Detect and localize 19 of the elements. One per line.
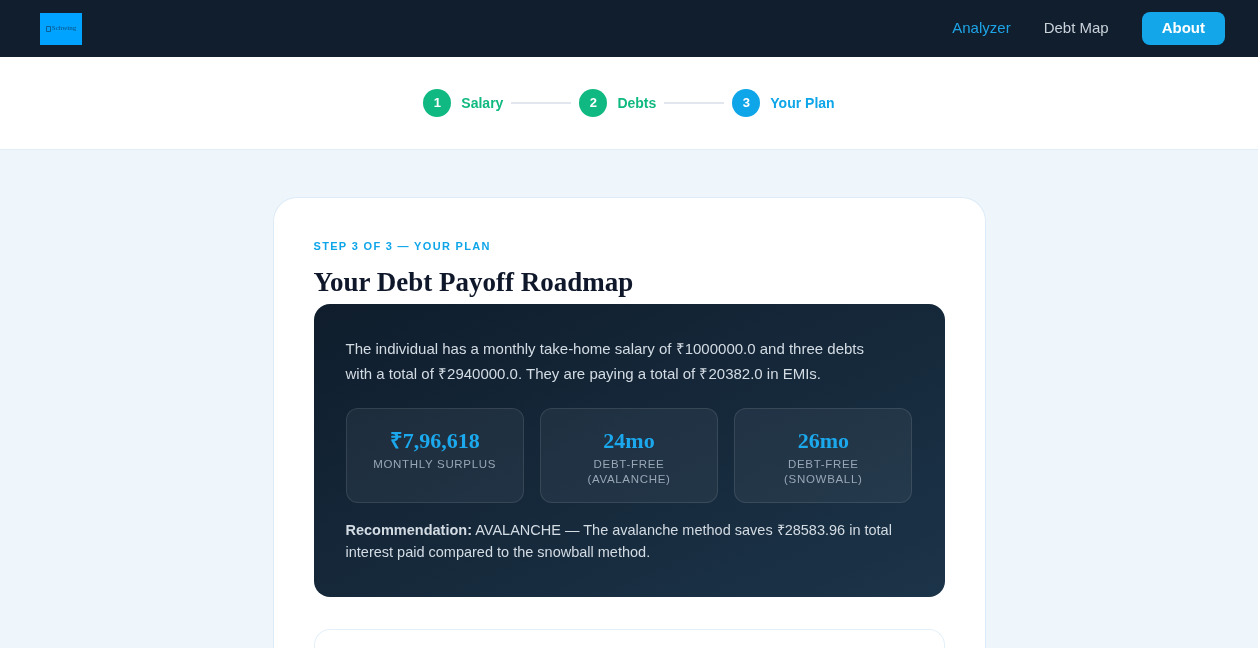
- stat-value: 26mo: [797, 427, 849, 455]
- summary-text: The individual has a monthly take-home salary of ₹1000000.0 and three debts with a total of ₹2940000.0. They are paying a total of ₹20382.0 in EMIs.: [345, 339, 865, 384]
- broken-image-icon: [45, 25, 51, 32]
- stat-label: MONTHLY SURPLUS: [373, 457, 497, 472]
- stat-value: 24mo: [603, 427, 655, 455]
- step-number: 1: [423, 89, 452, 117]
- page-title: Your Debt Payoff Roadmap: [313, 266, 635, 299]
- step-label: STEP 3 OF 3 — YOUR PLAN: [313, 239, 492, 254]
- step-label: Salary: [461, 93, 504, 113]
- nav-link[interactable]: Debt Map: [1043, 17, 1109, 40]
- stat-value: ₹7,96,618: [389, 427, 480, 455]
- stat-label: DEBT-FREE (AVALANCHE): [586, 457, 672, 487]
- step-number: 3: [732, 89, 761, 117]
- stat-label: DEBT-FREE (SNOWBALL): [783, 457, 864, 487]
- step-number: 2: [579, 89, 608, 117]
- step-label: Debts: [617, 93, 657, 113]
- step-label: Your Plan: [770, 93, 835, 113]
- recommendation-text: Recommendation: AVALANCHE — The avalanche method saves ₹28583.96 in total interest paid compared to the snowball method.: [345, 521, 893, 562]
- nav-link[interactable]: Analyzer: [952, 17, 1011, 40]
